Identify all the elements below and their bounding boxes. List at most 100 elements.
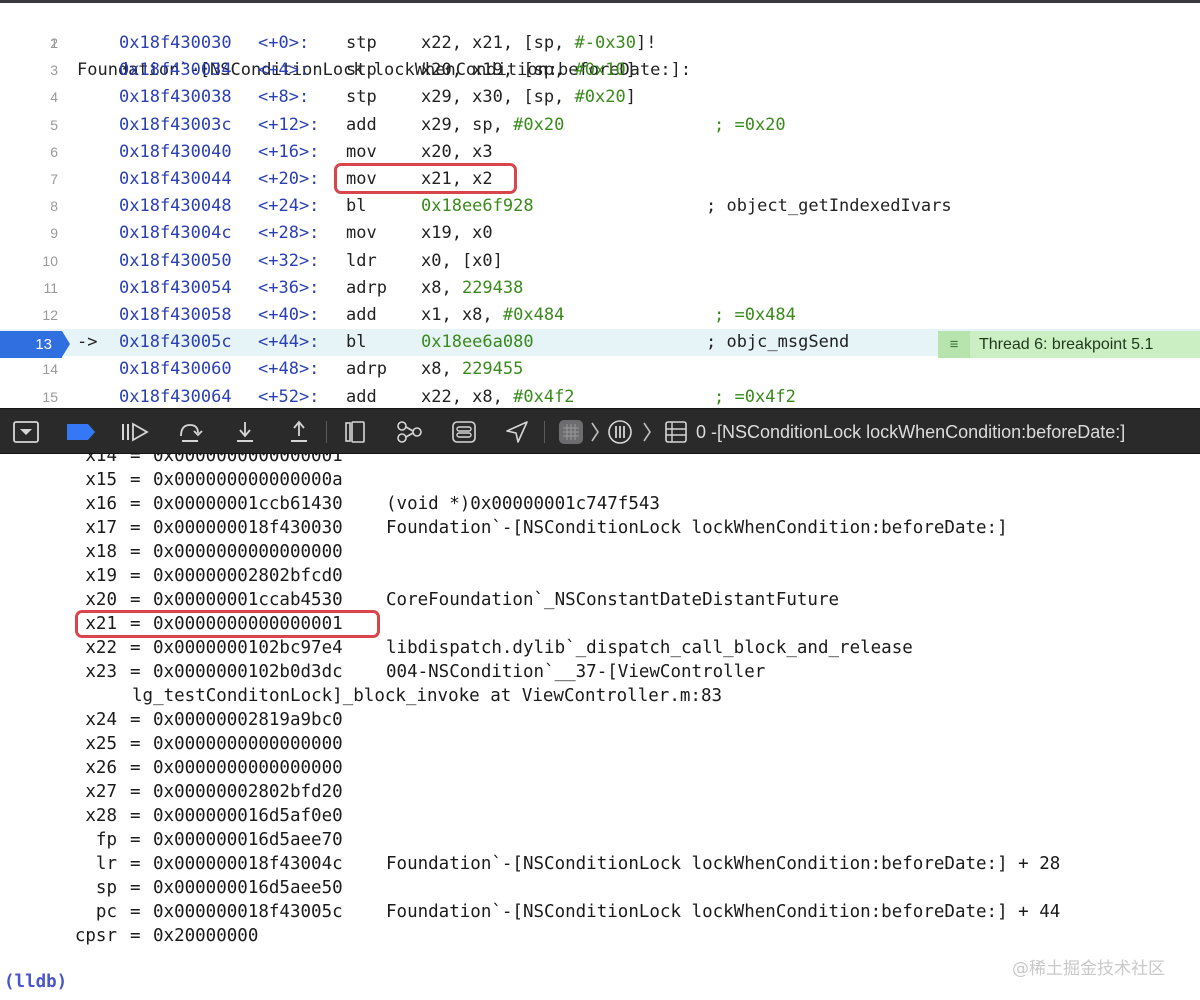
equals-sign: = — [130, 878, 141, 898]
environment-overrides-button[interactable] — [448, 409, 480, 455]
current-line-indicator[interactable]: 13 — [0, 331, 70, 358]
operand-immediate: #0x484 — [502, 305, 565, 325]
disasm-row[interactable]: 10 0x18f430050 <+32>: ldr x0, [x0] — [0, 248, 1200, 275]
operand-tail: ] — [625, 60, 636, 81]
disasm-row[interactable]: 7 0x18f430044 <+20>: mov x21, x2 — [0, 166, 1200, 193]
equals-sign: = — [130, 782, 141, 802]
equals-sign: = — [130, 494, 141, 514]
current-line-arrow-icon — [62, 331, 70, 357]
disasm-row[interactable]: 14 0x18f430060 <+48>: adrp x8, 229455 — [0, 356, 1200, 383]
operand-immediate: #0x10 — [574, 60, 626, 81]
operand-text: x19, x0 — [421, 223, 493, 244]
instruction-comment: ; =0x4f2 — [714, 386, 796, 407]
register-value: 0x00000001ccb61430 — [153, 494, 343, 514]
register-value: 0x000000016d5aee70 — [153, 830, 343, 850]
disassembly-pane[interactable]: 1 Foundation`-[NSConditionLock lockWhenC… — [0, 0, 1200, 408]
disasm-row[interactable]: 12 0x18f430058 <+40>: add x1, x8, #0x484 ; =0… — [0, 302, 1200, 329]
instruction-mnemonic: add — [346, 305, 377, 325]
disasm-row[interactable]: 15 0x18f430064 <+52>: add x22, x8, #0x4f2 ; =… — [0, 384, 1200, 408]
register-value: 0x0000000000000000 — [153, 542, 343, 562]
register-name: x27 — [85, 782, 117, 802]
equals-sign: = — [130, 830, 141, 850]
register-name: x16 — [85, 494, 117, 514]
lldb-prompt[interactable]: (lldb) — [4, 970, 67, 994]
instruction-mnemonic: adrp — [346, 359, 387, 380]
lldb-console[interactable]: x14 0x0000000000000001 = x15 0x0000000000000… — [0, 454, 1200, 1000]
instruction-comment: ; object_getIndexedIvars — [706, 196, 952, 217]
instruction-address: 0x18f43005c — [119, 332, 232, 353]
debug-toolbar: 0 -[NSConditionLock lockWhenCondition:be… — [0, 408, 1200, 454]
operand-immediate: #0x20 — [513, 114, 565, 135]
stack-frame-breadcrumb[interactable]: 0 -[NSConditionLock lockWhenCondition:be… — [696, 409, 1125, 455]
location-arrow-icon — [506, 421, 528, 443]
hide-debug-area-button[interactable] — [12, 409, 40, 455]
thread-selector[interactable] — [556, 409, 586, 455]
register-name: x20 — [85, 590, 117, 610]
equals-sign: = — [130, 566, 141, 586]
instruction-offset: <+52>: — [258, 386, 320, 407]
instruction-mnemonic: ldr — [346, 250, 377, 271]
register-row: x26 0x0000000000000000 = — [0, 756, 1200, 780]
breakpoint-label: Thread 6: breakpoint 5.1 — [979, 336, 1154, 353]
instruction-offset: <+48>: — [258, 359, 320, 380]
continue-button[interactable] — [118, 409, 152, 455]
view-hierarchy-button[interactable] — [340, 409, 370, 455]
register-row: x17 0x000000018f430030 Foundation`-[NSCond… — [0, 516, 1200, 540]
simulate-location-button[interactable] — [502, 409, 532, 455]
register-value: 0x000000018f43005c — [153, 902, 343, 922]
register-row: x23 0x0000000102b0d3dc 004-NSCondition`__3… — [0, 660, 1200, 684]
instruction-mnemonic: bl — [346, 332, 367, 353]
instruction-address: 0x18f430038 — [119, 87, 232, 108]
operand-immediate: #0x4f2 — [513, 386, 575, 407]
current-line-number: 13 — [0, 331, 62, 358]
register-name: sp — [95, 878, 117, 898]
instruction-mnemonic: stp — [346, 87, 377, 108]
operand-immediate: #0x20 — [574, 87, 626, 108]
operand-text: x1, x8, — [421, 305, 503, 325]
queue-selector[interactable] — [606, 409, 634, 455]
disasm-row[interactable]: 6 0x18f430040 <+16>: mov x20, x3 — [0, 139, 1200, 166]
instruction-operands: x22, x8, #0x4f2 — [421, 384, 575, 408]
step-out-button[interactable] — [284, 409, 314, 455]
register-row: x22 0x0000000102bc97e4 libdispatch.dylib`_… — [0, 636, 1200, 660]
disasm-row[interactable]: 4 0x18f430038 <+8>: stp x29, x30, [sp, #0x20… — [0, 84, 1200, 111]
hide-debug-area-icon — [13, 421, 39, 443]
disasm-row[interactable]: 8 0x18f430048 <+24>: bl 0x18ee6f928 ; object_… — [0, 193, 1200, 220]
operand-text: x22, x8, — [421, 386, 514, 407]
line-number: 8 — [50, 198, 58, 215]
step-into-button[interactable] — [230, 409, 260, 455]
step-over-icon — [180, 424, 203, 442]
disasm-row[interactable]: 11 0x18f430054 <+36>: adrp x8, 229438 — [0, 275, 1200, 302]
disasm-row[interactable]: 9 0x18f43004c <+28>: mov x19, x0 — [0, 220, 1200, 247]
instruction-address: 0x18f43003c — [119, 114, 232, 135]
instruction-operands: x29, sp, #0x20 — [421, 112, 564, 139]
instruction-mnemonic: stp — [346, 60, 377, 81]
equals-sign: = — [130, 734, 141, 754]
register-name: cpsr — [74, 926, 117, 946]
register-row: fp 0x000000016d5aee70 = — [0, 828, 1200, 852]
disasm-row[interactable]: 2 0x18f430030 <+0>: stp x22, x21, [sp, #-0x3… — [0, 30, 1200, 57]
operand-text: x29, sp, — [421, 114, 514, 135]
instruction-offset: <+36>: — [258, 277, 320, 298]
register-value: 0x00000001ccab4530 — [153, 590, 343, 610]
register-name: x19 — [85, 566, 117, 586]
equals-sign: = — [130, 854, 141, 874]
step-over-button[interactable] — [174, 409, 206, 455]
register-description: CoreFoundation`_NSConstantDateDistantFut… — [386, 590, 840, 610]
disasm-row[interactable]: 5 0x18f43003c <+12>: add x29, sp, #0x20 ; =0x… — [0, 112, 1200, 139]
memory-graph-button[interactable] — [392, 409, 426, 455]
instruction-offset: <+44>: — [258, 332, 320, 353]
line-number: 9 — [50, 225, 58, 242]
equals-sign: = — [130, 758, 141, 778]
breakpoint-annotation[interactable]: ≡ Thread 6: breakpoint 5.1 — [938, 331, 1200, 358]
frame-selector[interactable] — [662, 409, 690, 455]
instruction-mnemonic: stp — [346, 33, 377, 53]
breakpoints-toggle-button[interactable] — [64, 409, 98, 455]
disasm-row[interactable]: 3 0x18f430034 <+4>: stp x20, x19, [sp, #0x10… — [0, 57, 1200, 84]
instruction-operands: x20, x19, [sp, #0x10] — [421, 57, 636, 84]
register-row: x16 0x00000001ccb61430 (void *)0x00000001c… — [0, 492, 1200, 516]
breakpoint-grip-icon[interactable]: ≡ — [938, 331, 970, 358]
highlight-box-mov-x21 — [334, 163, 517, 194]
instruction-operands: x1, x8, #0x484 — [421, 302, 564, 329]
instruction-comment: ; =0x484 — [714, 305, 796, 325]
